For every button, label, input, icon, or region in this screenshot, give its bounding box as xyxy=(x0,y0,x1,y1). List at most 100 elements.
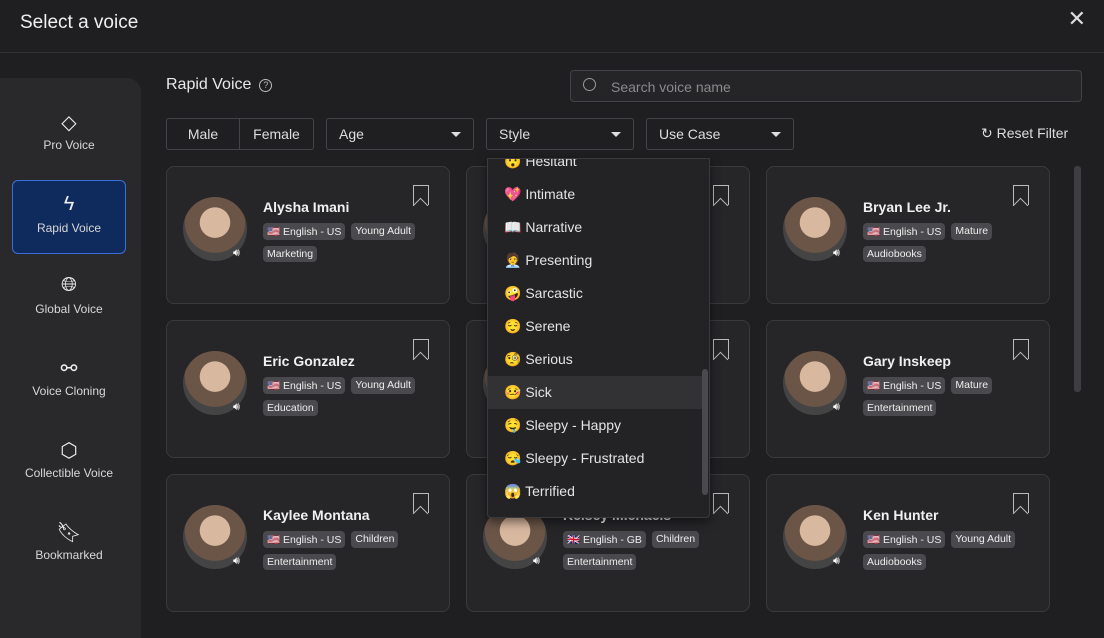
bookmark-icon[interactable] xyxy=(413,493,429,513)
style-option[interactable]: 🤒 Sick xyxy=(488,376,702,409)
option-label: Narrative xyxy=(525,219,583,235)
age-tag: Children xyxy=(351,531,399,548)
use-case-tag: Marketing xyxy=(263,246,318,262)
voice-name: Ken Hunter xyxy=(863,507,939,523)
lightning-icon: ϟ xyxy=(63,193,75,215)
style-option[interactable]: 😌 Serene xyxy=(488,310,702,343)
emoji-icon: 📖 xyxy=(504,219,522,235)
language-tag: 🇺🇸 English - US xyxy=(863,531,946,548)
style-option[interactable]: 😪 Sleepy - Frustrated xyxy=(488,442,702,475)
use-case-tag: Audiobooks xyxy=(863,554,926,570)
age-select[interactable]: Age xyxy=(326,118,474,150)
language-tag: 🇺🇸 English - US xyxy=(263,223,346,240)
style-option[interactable]: 📖 Narrative xyxy=(488,211,702,244)
language-tag: 🇺🇸 English - US xyxy=(863,223,946,240)
voice-tags: 🇺🇸 English - US Mature Entertainment xyxy=(863,377,1033,416)
use-case-tag: Education xyxy=(263,400,318,416)
diamond-icon: ◇ xyxy=(61,112,77,134)
voice-card[interactable]: 🔊︎ Eric Gonzalez 🇺🇸 English - US Young Adul… xyxy=(166,320,450,458)
option-label: Intimate xyxy=(525,186,576,202)
bookmark-icon[interactable] xyxy=(413,339,429,359)
emoji-icon: 🤤 xyxy=(504,417,522,433)
language-tag: 🇺🇸 English - US xyxy=(863,377,946,394)
dropdown-scrollbar[interactable] xyxy=(702,369,708,495)
help-icon[interactable]: ? xyxy=(259,79,273,92)
voice-card[interactable]: 🔊︎ Ken Hunter 🇺🇸 English - US Young Adult Au… xyxy=(766,474,1050,612)
sidebar-item-label: Rapid Voice xyxy=(36,221,102,235)
female-button[interactable]: Female xyxy=(239,118,314,150)
sidebar-item-global-voice[interactable]: 🌐︎ Global Voice xyxy=(12,262,126,336)
bookmark-icon[interactable] xyxy=(713,339,729,359)
voice-name: Bryan Lee Jr. xyxy=(863,199,951,215)
style-option[interactable]: 🧑‍💼 Presenting xyxy=(488,244,702,277)
male-button[interactable]: Male xyxy=(166,118,240,150)
cube-icon: ⬡ xyxy=(60,440,78,462)
use-case-tag: Audiobooks xyxy=(863,246,926,262)
sidebar-item-label: Collectible Voice xyxy=(24,466,114,480)
voice-tags: 🇺🇸 English - US Young Adult Marketing xyxy=(263,223,433,262)
style-option[interactable]: 🤪 Sarcastic xyxy=(488,277,702,310)
bookmark-icon[interactable] xyxy=(413,185,429,205)
sidebar-item-collectible-voice[interactable]: ⬡ Collectible Voice xyxy=(12,426,126,500)
voice-card[interactable]: 🔊︎ Kaylee Montana 🇺🇸 English - US Children E… xyxy=(166,474,450,612)
search-icon xyxy=(583,78,596,91)
sidebar-item-pro-voice[interactable]: ◇ Pro Voice xyxy=(12,98,126,172)
use-case-tag: Entertainment xyxy=(563,554,637,570)
option-label: Serene xyxy=(525,318,571,334)
style-option[interactable]: 🤤 Sleepy - Happy xyxy=(488,409,702,442)
bookmark-icon[interactable] xyxy=(713,185,729,205)
sidebar-item-bookmarked[interactable]: 🔖︎ Bookmarked xyxy=(12,508,126,582)
age-tag: Mature xyxy=(951,223,993,240)
voice-card[interactable]: 🔊︎ Alysha Imani 🇺🇸 English - US Young Adult… xyxy=(166,166,450,304)
voice-name: Kaylee Montana xyxy=(263,507,370,523)
language-tag: 🇺🇸 English - US xyxy=(263,377,346,394)
bookmark-icon[interactable] xyxy=(713,493,729,513)
voice-card[interactable]: 🔊︎ Gary Inskeep 🇺🇸 English - US Mature Enter… xyxy=(766,320,1050,458)
bookmark-icon[interactable] xyxy=(1013,339,1029,359)
voice-name: Gary Inskeep xyxy=(863,353,951,369)
speaker-icon[interactable]: 🔊︎ xyxy=(233,401,240,414)
dna-icon: ⚯ xyxy=(60,358,78,380)
use-case-tag: Entertainment xyxy=(263,554,337,570)
bookmark-icon[interactable] xyxy=(1013,493,1029,513)
title-text: Rapid Voice xyxy=(166,76,252,93)
emoji-icon: 💖 xyxy=(504,186,522,202)
speaker-icon[interactable]: 🔊︎ xyxy=(833,247,840,260)
option-label: Sarcastic xyxy=(525,285,583,301)
emoji-icon: 🤒 xyxy=(504,384,522,400)
use-case-select[interactable]: Use Case xyxy=(646,118,794,150)
style-select[interactable]: Style xyxy=(486,118,634,150)
option-label: Terrified xyxy=(525,483,575,499)
speaker-icon[interactable]: 🔊︎ xyxy=(833,401,840,414)
style-option[interactable]: 🧐 Serious xyxy=(488,343,702,376)
voice-card[interactable]: 🔊︎ Bryan Lee Jr. 🇺🇸 English - US Mature Audi… xyxy=(766,166,1050,304)
age-tag: Mature xyxy=(951,377,993,394)
language-tag: 🇺🇸 English - US xyxy=(263,531,346,548)
speaker-icon[interactable]: 🔊︎ xyxy=(233,555,240,568)
sidebar-item-label: Bookmarked xyxy=(35,548,103,562)
style-option[interactable]: 😯 Hesitant xyxy=(488,159,702,178)
sidebar-item-label: Pro Voice xyxy=(43,138,95,152)
bookmark-icon[interactable] xyxy=(1013,185,1029,205)
scrollbar[interactable] xyxy=(1074,166,1081,392)
style-option[interactable]: 💖 Intimate xyxy=(488,178,702,211)
option-label: Sleepy - Happy xyxy=(525,417,622,433)
sidebar-item-voice-cloning[interactable]: ⚯ Voice Cloning xyxy=(12,344,126,418)
dialog-title: Select a voice xyxy=(20,12,139,33)
style-option[interactable]: 😱 Terrified xyxy=(488,475,702,508)
translate-globe-icon: 🌐︎ xyxy=(61,274,77,296)
speaker-icon[interactable]: 🔊︎ xyxy=(533,555,540,568)
reset-filter-button[interactable]: ↻ Reset Filter xyxy=(981,125,1068,142)
sidebar: ◇ Pro Voice ϟ Rapid Voice 🌐︎ Global Voice ⚯ Voi… xyxy=(0,78,141,638)
sidebar-item-rapid-voice[interactable]: ϟ Rapid Voice xyxy=(12,180,126,254)
voice-name: Eric Gonzalez xyxy=(263,353,355,369)
age-tag: Children xyxy=(651,531,700,548)
language-tag: 🇬🇧 English - GB xyxy=(563,531,646,548)
use-case-tag: Entertainment xyxy=(863,400,937,416)
sidebar-item-label: Global Voice xyxy=(35,302,103,316)
speaker-icon[interactable]: 🔊︎ xyxy=(833,555,840,568)
close-icon[interactable]: ✕ xyxy=(1068,6,1086,32)
speaker-icon[interactable]: 🔊︎ xyxy=(233,247,240,260)
dialog-header: Select a voice ✕ xyxy=(0,0,1104,53)
search-input[interactable]: Search voice name xyxy=(570,70,1082,102)
